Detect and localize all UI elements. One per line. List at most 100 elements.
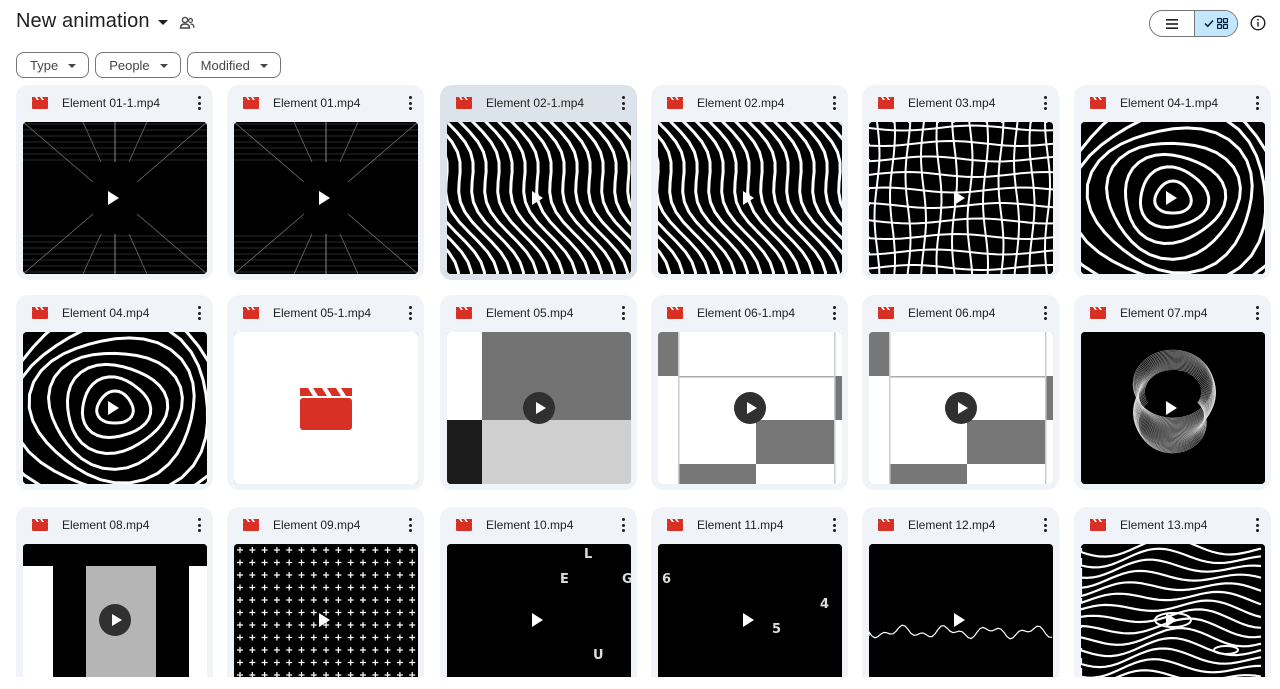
file-card[interactable]: Element 06-1.mp4 bbox=[651, 295, 848, 490]
video-thumbnail[interactable]: 6 4 5 bbox=[658, 544, 842, 677]
file-name: Element 02.mp4 bbox=[697, 96, 785, 110]
more-actions-icon[interactable] bbox=[1043, 306, 1047, 320]
file-card[interactable]: Element 01.mp4 bbox=[227, 85, 424, 280]
file-card[interactable]: Element 12.mp4 bbox=[862, 507, 1059, 677]
card-header: Element 01-1.mp4 bbox=[16, 85, 213, 121]
video-file-icon bbox=[878, 97, 894, 109]
more-actions-icon[interactable] bbox=[197, 96, 201, 110]
video-thumbnail[interactable] bbox=[869, 122, 1053, 274]
video-thumbnail[interactable] bbox=[1081, 544, 1265, 677]
video-frame-letter: 6 bbox=[662, 572, 672, 587]
chevron-down-icon bbox=[68, 64, 77, 68]
video-thumbnail[interactable] bbox=[23, 122, 207, 274]
card-header: Element 12.mp4 bbox=[862, 507, 1059, 543]
file-card[interactable]: Element 04.mp4 bbox=[16, 295, 213, 490]
video-thumbnail[interactable] bbox=[869, 332, 1053, 484]
file-card[interactable]: Element 02.mp4 bbox=[651, 85, 848, 280]
file-card[interactable]: Element 08.mp4 bbox=[16, 507, 213, 677]
video-frame-letter: L bbox=[584, 547, 593, 562]
grid-view-icon bbox=[1217, 18, 1228, 29]
modified-filter[interactable]: Modified bbox=[186, 52, 281, 78]
more-actions-icon[interactable] bbox=[621, 518, 625, 532]
file-name: Element 06.mp4 bbox=[908, 306, 996, 320]
chip-label: Type bbox=[30, 57, 59, 73]
video-thumbnail[interactable] bbox=[1081, 122, 1265, 274]
file-name: Element 10.mp4 bbox=[486, 518, 574, 532]
card-header: Element 13.mp4 bbox=[1074, 507, 1271, 543]
video-file-icon bbox=[878, 307, 894, 319]
video-file-icon bbox=[32, 97, 48, 109]
more-actions-icon[interactable] bbox=[1043, 518, 1047, 532]
file-card[interactable]: Element 02-1.mp4 bbox=[440, 85, 637, 280]
file-card[interactable]: Element 13.mp4 bbox=[1074, 507, 1271, 677]
video-file-icon bbox=[667, 97, 683, 109]
more-actions-icon[interactable] bbox=[621, 306, 625, 320]
video-thumbnail[interactable] bbox=[869, 544, 1053, 677]
info-icon[interactable] bbox=[1249, 14, 1267, 32]
card-header: Element 06.mp4 bbox=[862, 295, 1059, 331]
video-thumbnail[interactable] bbox=[234, 122, 418, 274]
thumbnail-art bbox=[234, 544, 418, 677]
play-icon bbox=[1166, 613, 1180, 627]
file-card[interactable]: Element 07.mp4 bbox=[1074, 295, 1271, 490]
more-actions-icon[interactable] bbox=[408, 96, 412, 110]
more-actions-icon[interactable] bbox=[1043, 96, 1047, 110]
video-frame-letter: E bbox=[560, 572, 569, 587]
type-filter[interactable]: Type bbox=[16, 52, 90, 78]
toolbar: New animation bbox=[0, 0, 1280, 46]
thumbnail-art bbox=[869, 544, 1053, 677]
file-card[interactable]: Element 09.mp4 bbox=[227, 507, 424, 677]
card-header: Element 07.mp4 bbox=[1074, 295, 1271, 331]
card-header: Element 09.mp4 bbox=[227, 507, 424, 543]
file-card[interactable]: Element 05-1.mp4 bbox=[227, 295, 424, 490]
file-card[interactable]: Element 10.mp4 L E G U bbox=[440, 507, 637, 677]
file-card[interactable]: Element 06.mp4 bbox=[862, 295, 1059, 490]
file-card[interactable]: Element 03.mp4 bbox=[862, 85, 1059, 280]
more-actions-icon[interactable] bbox=[197, 306, 201, 320]
more-actions-icon[interactable] bbox=[832, 306, 836, 320]
card-header: Element 02.mp4 bbox=[651, 85, 848, 121]
more-actions-icon[interactable] bbox=[832, 96, 836, 110]
video-thumbnail[interactable] bbox=[234, 544, 418, 677]
file-card[interactable]: Element 01-1.mp4 bbox=[16, 85, 213, 280]
chip-label: Modified bbox=[200, 57, 250, 73]
video-thumbnail[interactable] bbox=[447, 332, 631, 484]
more-actions-icon[interactable] bbox=[1255, 96, 1259, 110]
video-thumbnail[interactable] bbox=[658, 122, 842, 274]
more-actions-icon[interactable] bbox=[1255, 518, 1259, 532]
people-filter[interactable]: People bbox=[95, 52, 181, 78]
file-name: Element 11.mp4 bbox=[697, 518, 784, 532]
file-card[interactable]: Element 04-1.mp4 bbox=[1074, 85, 1271, 280]
more-actions-icon[interactable] bbox=[621, 96, 625, 110]
chevron-down-icon bbox=[259, 64, 268, 68]
card-header: Element 04.mp4 bbox=[16, 295, 213, 331]
video-file-icon bbox=[667, 519, 683, 531]
thumbnail-art bbox=[234, 332, 418, 484]
folder-title: New animation bbox=[16, 10, 150, 32]
chevron-down-icon bbox=[159, 64, 168, 68]
video-thumbnail[interactable] bbox=[447, 122, 631, 274]
video-thumbnail[interactable] bbox=[234, 332, 418, 484]
play-icon bbox=[954, 191, 968, 205]
more-actions-icon[interactable] bbox=[197, 518, 201, 532]
more-actions-icon[interactable] bbox=[408, 518, 412, 532]
file-card[interactable]: Element 11.mp4 6 4 5 bbox=[651, 507, 848, 677]
video-thumbnail[interactable] bbox=[23, 332, 207, 484]
video-thumbnail[interactable] bbox=[1081, 332, 1265, 484]
more-actions-icon[interactable] bbox=[408, 306, 412, 320]
video-thumbnail[interactable]: LE G U bbox=[447, 544, 631, 677]
file-name: Element 04-1.mp4 bbox=[1120, 96, 1219, 110]
shared-people-icon[interactable] bbox=[178, 14, 196, 32]
list-view-button[interactable] bbox=[1150, 11, 1194, 36]
chevron-down-icon bbox=[157, 20, 168, 25]
file-card[interactable]: Element 05.mp4 bbox=[440, 295, 637, 490]
grid-view-button[interactable] bbox=[1194, 11, 1237, 36]
video-thumbnail[interactable] bbox=[658, 332, 842, 484]
play-icon bbox=[99, 604, 131, 636]
more-actions-icon[interactable] bbox=[1255, 306, 1259, 320]
card-header: Element 01.mp4 bbox=[227, 85, 424, 121]
thumbnail-art bbox=[658, 544, 842, 677]
more-actions-icon[interactable] bbox=[832, 518, 836, 532]
folder-title-button[interactable]: New animation bbox=[16, 10, 168, 33]
video-thumbnail[interactable] bbox=[23, 544, 207, 677]
